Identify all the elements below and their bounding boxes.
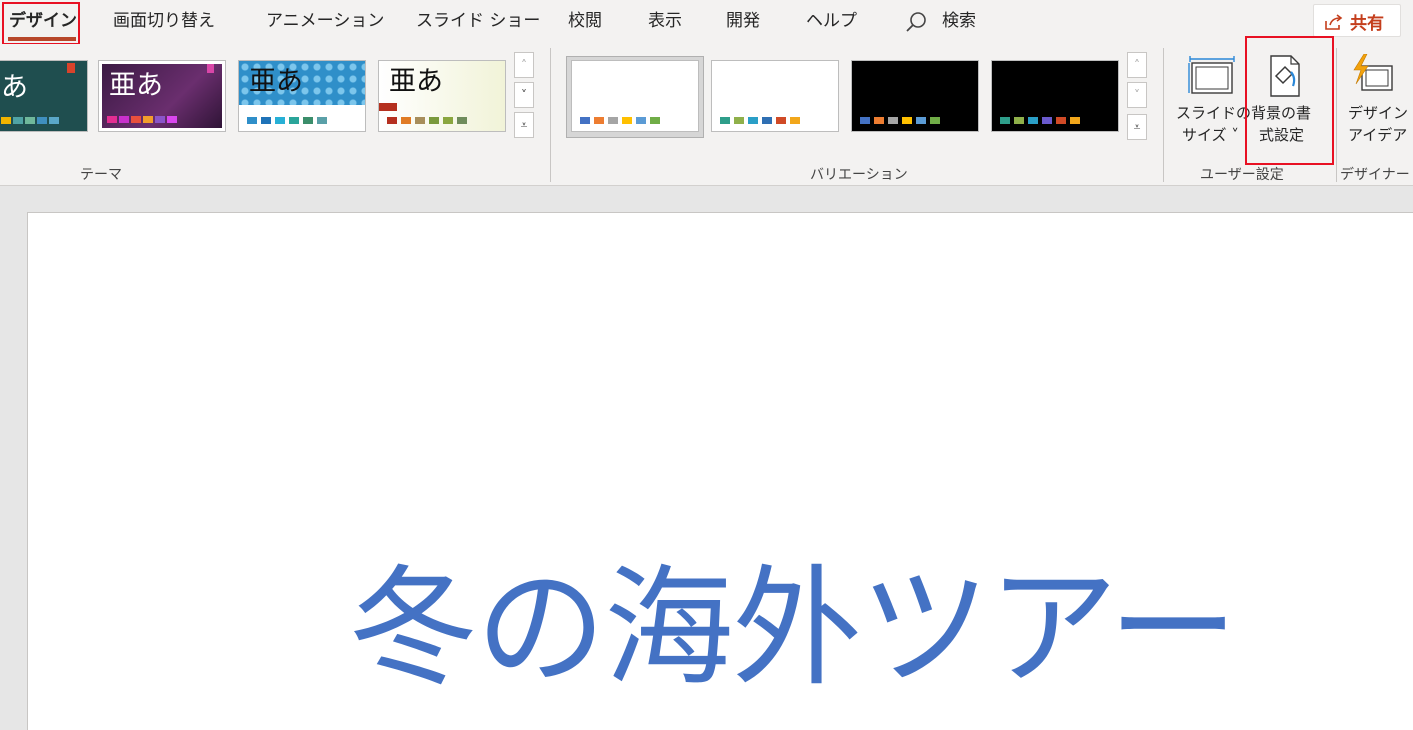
tab-animations[interactable]: アニメーション <box>266 9 384 33</box>
themes-more-button[interactable]: ⩡ <box>514 112 534 138</box>
design-ideas-icon <box>1353 54 1393 91</box>
ribbon-design: あ 亜あ 亜あ 亜あ ˄ ˅ ⩡ テーマ ˄ ˅ ⩡ バリエーション スライドの… <box>0 36 1413 186</box>
theme-thumbnail-1[interactable]: あ <box>0 60 88 132</box>
tab-slideshow[interactable]: スライド ショー <box>416 9 540 33</box>
theme-thumbnail-4[interactable]: 亜あ <box>378 60 506 132</box>
group-separator <box>550 48 551 182</box>
powerpoint-window: デザイン 画面切り替え アニメーション スライド ショー 校閲 表示 開発 ヘル… <box>0 0 1413 730</box>
variant-thumbnail-3[interactable] <box>851 60 979 132</box>
group-label-customize: ユーザー設定 <box>1200 167 1284 183</box>
slide-title[interactable]: 冬の海外ツアー <box>348 553 1238 703</box>
variants-more-button[interactable]: ⩡ <box>1127 114 1147 140</box>
search-icon[interactable] <box>904 10 928 38</box>
tab-help[interactable]: ヘルプ <box>806 9 857 33</box>
tab-view[interactable]: 表示 <box>648 9 682 33</box>
share-label: 共有 <box>1350 14 1384 34</box>
group-label-themes: テーマ <box>80 167 122 183</box>
design-ideas-button[interactable]: デザイン アイデア <box>1342 52 1413 152</box>
tab-search[interactable]: 検索 <box>942 9 976 33</box>
slide-size-button[interactable]: スライドの サイズ ˅ <box>1174 52 1251 152</box>
group-label-designer: デザイナー <box>1340 167 1410 183</box>
variant-thumbnail-2[interactable] <box>711 60 839 132</box>
variant-thumbnail-1[interactable] <box>571 60 699 132</box>
theme-1-tag <box>67 63 75 73</box>
slide-canvas[interactable]: 冬の海外ツアー <box>27 212 1413 730</box>
slide-size-label-2: サイズ ˅ <box>1182 126 1239 144</box>
themes-scroll-down-button[interactable]: ˅ <box>514 82 534 108</box>
slide-size-icon <box>1188 56 1235 94</box>
variants-scroll-up-button[interactable]: ˄ <box>1127 52 1147 78</box>
format-background-highlight <box>1245 36 1334 165</box>
ribbon-tab-bar: デザイン 画面切り替え アニメーション スライド ショー 校閲 表示 開発 ヘル… <box>0 0 1413 45</box>
design-ideas-label-1: デザイン <box>1348 104 1409 122</box>
share-button[interactable]: 共有 <box>1313 4 1401 37</box>
group-separator <box>1336 48 1337 182</box>
design-tab-highlight <box>2 2 80 45</box>
tab-transitions[interactable]: 画面切り替え <box>113 9 215 33</box>
theme-thumbnail-3[interactable]: 亜あ <box>238 60 366 132</box>
tab-developer[interactable]: 開発 <box>726 9 760 33</box>
share-icon <box>1325 14 1343 30</box>
variants-scroll-down-button[interactable]: ˅ <box>1127 82 1147 108</box>
variant-thumbnail-4[interactable] <box>991 60 1119 132</box>
tab-review[interactable]: 校閲 <box>568 9 602 33</box>
slide-size-label-1: スライドの <box>1176 104 1252 122</box>
design-ideas-label-2: アイデア <box>1348 126 1408 144</box>
group-label-variants: バリエーション <box>810 167 908 183</box>
theme-thumbnail-2[interactable]: 亜あ <box>98 60 226 132</box>
themes-scroll-up-button[interactable]: ˄ <box>514 52 534 78</box>
group-separator <box>1163 48 1164 182</box>
